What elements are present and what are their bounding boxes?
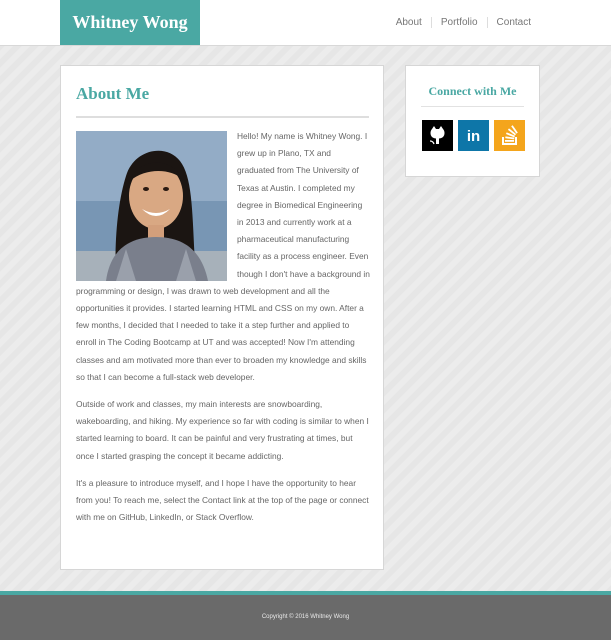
main-nav: About Portfolio Contact — [387, 0, 540, 45]
linkedin-link[interactable]: in — [458, 120, 489, 151]
about-card: About Me Hello! My name is Whitney Wong.… — [60, 65, 384, 570]
profile-photo — [76, 131, 227, 281]
nav-link-contact[interactable]: Contact — [488, 17, 540, 28]
stackoverflow-link[interactable] — [494, 120, 525, 151]
site-footer: Copyright © 2016 Whitney Wong — [0, 595, 611, 640]
title-divider — [76, 116, 369, 118]
connect-card: Connect with Me in — [405, 65, 540, 177]
social-links: in — [422, 120, 525, 151]
connect-divider — [421, 106, 524, 107]
about-content: Hello! My name is Whitney Wong. I grew u… — [76, 128, 370, 536]
github-icon — [429, 126, 445, 145]
about-title: About Me — [76, 84, 150, 103]
nav-link-about[interactable]: About — [387, 17, 431, 28]
linkedin-glyph: in — [467, 128, 480, 145]
nav-link-portfolio[interactable]: Portfolio — [432, 17, 487, 28]
site-header: Whitney Wong About Portfolio Contact — [0, 0, 611, 46]
copyright-text: Copyright © 2016 Whitney Wong — [261, 614, 350, 620]
about-paragraph: Outside of work and classes, my main int… — [76, 399, 369, 461]
about-paragraph: It's a pleasure to introduce myself, and… — [76, 477, 369, 523]
github-link[interactable] — [422, 120, 453, 151]
linkedin-icon: in — [467, 128, 480, 145]
stackoverflow-icon — [502, 125, 518, 145]
brand-logo[interactable]: Whitney Wong — [60, 0, 200, 45]
profile-photo-illustration — [76, 131, 227, 281]
connect-title: Connect with Me — [428, 84, 517, 98]
